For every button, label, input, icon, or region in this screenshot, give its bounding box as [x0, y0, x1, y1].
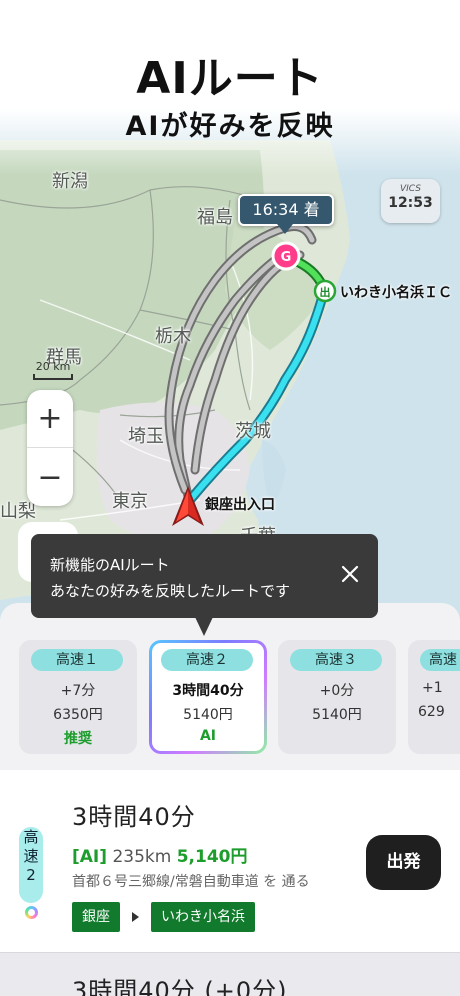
- route-card-3[interactable]: 高速３ +0分 5140円: [278, 640, 396, 754]
- exit-marker-text: 出: [320, 285, 331, 299]
- route-via: 首都６号三郷線/常磐自動車道 を 通る: [72, 874, 310, 890]
- route-detail[interactable]: 高 速 2 3時間40分 [AI] 235km 5,140円 首都６号三郷線/常…: [0, 770, 460, 952]
- route-card-tag: 高速１: [31, 649, 123, 671]
- zoom-control: + −: [27, 390, 73, 506]
- route-card-4[interactable]: 高速４ +1 629: [408, 640, 460, 754]
- vics-info[interactable]: VICS 12:53: [381, 179, 440, 223]
- eta-callout: 16:34 着: [238, 194, 334, 226]
- route-cards: 高速１ +7分 6350円 推奨 高速２ 3時間40分 5140円 AI 高速３…: [0, 640, 460, 754]
- tooltip-title: 新機能のAIルート: [50, 556, 170, 574]
- route-from-chip: 銀座: [72, 902, 120, 932]
- route-duration: 3時間40分: [72, 803, 196, 831]
- route-card-tag: 高速４: [420, 649, 460, 671]
- arrow-right-icon: [132, 912, 139, 922]
- zoom-out-button[interactable]: −: [27, 448, 73, 506]
- route-card-2[interactable]: 高速２ 3時間40分 5140円 AI: [149, 640, 267, 754]
- route-distance: 235km: [112, 847, 172, 867]
- map-scale: 20 km: [33, 360, 73, 380]
- close-icon[interactable]: [338, 562, 362, 586]
- route-card-tag: 高速３: [290, 649, 382, 671]
- route-card-badge: 推奨: [64, 731, 92, 747]
- place-tochigi: 栃木: [155, 326, 191, 347]
- route-card-time: 3時間40分: [172, 683, 244, 699]
- tooltip-tail: [195, 617, 213, 636]
- hero-subtitle: AIが好みを反映: [125, 111, 335, 142]
- ai-route-tooltip: 新機能のAIルート あなたの好みを反映したルートです: [31, 534, 378, 618]
- tooltip-body: あなたの好みを反映したルートです: [50, 582, 291, 600]
- route-to-chip: いわき小名浜: [151, 902, 255, 932]
- start-navigation-button[interactable]: 出発: [366, 835, 441, 890]
- start-label: 銀座出入口: [205, 497, 275, 513]
- place-fukushima: 福島: [197, 207, 233, 228]
- route-card-price: 629: [418, 704, 445, 720]
- route-card-tag: 高速２: [161, 649, 253, 671]
- next-route-duration: 3時間40分 (+0分): [72, 977, 288, 996]
- map-scale-bar: [33, 374, 73, 380]
- route-side-tag: 高 速 2: [19, 827, 43, 903]
- route-card-price: 5140円: [312, 707, 362, 723]
- vics-time: 12:53: [388, 195, 433, 211]
- exit-ic-label: いわき小名浜ＩＣ: [340, 285, 452, 301]
- route-endpoints: 銀座 いわき小名浜: [72, 902, 255, 932]
- zoom-in-button[interactable]: +: [27, 390, 73, 448]
- eta-callout-tail: [277, 224, 293, 234]
- hero-title: AIルート: [136, 53, 324, 104]
- place-saitama: 埼玉: [128, 426, 164, 447]
- route-card-price: 5140円: [183, 707, 233, 723]
- route-card-1[interactable]: 高速１ +7分 6350円 推奨: [19, 640, 137, 754]
- place-tokyo: 東京: [112, 491, 148, 512]
- place-ibaraki: 茨城: [235, 421, 271, 442]
- route-side-tag-char: 高: [23, 828, 39, 846]
- place-niigata: 新潟: [52, 171, 88, 192]
- route-card-time: +7分: [60, 683, 96, 699]
- vics-label: VICS: [400, 184, 421, 194]
- goal-marker-text: G: [281, 250, 292, 265]
- route-side-tag-char: 2: [26, 866, 36, 884]
- map-scale-text: 20 km: [35, 360, 71, 373]
- route-card-tag-text: 高速４: [429, 652, 460, 668]
- route-card-badge: AI: [199, 728, 217, 744]
- ai-tag: [AI]: [72, 847, 108, 867]
- next-route-item[interactable]: 3時間40分 (+0分): [0, 952, 460, 996]
- ai-indicator-icon: [25, 906, 38, 919]
- route-price: 5,140円: [176, 847, 248, 867]
- route-summary: [AI] 235km 5,140円: [72, 842, 247, 867]
- route-card-price: 6350円: [53, 707, 103, 723]
- route-side-tag-char: 速: [23, 847, 39, 865]
- route-card-time: +1: [422, 680, 443, 696]
- route-card-time: +0分: [319, 683, 355, 699]
